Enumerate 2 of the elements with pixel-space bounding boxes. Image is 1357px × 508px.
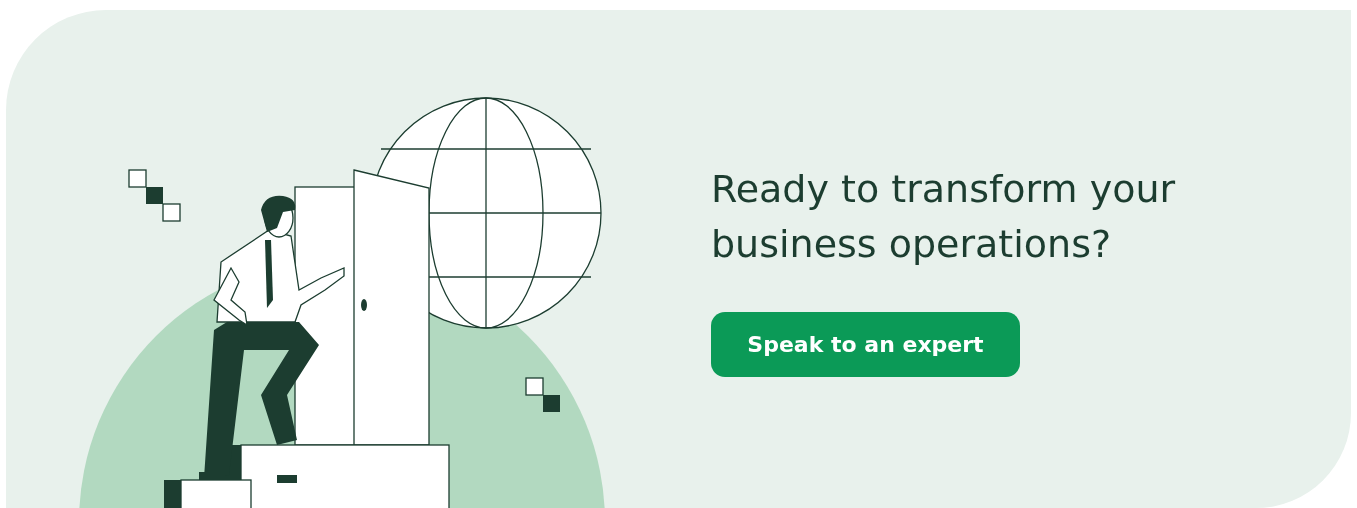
banner-heading: Ready to transform your business operations? bbox=[711, 166, 1177, 268]
speak-to-expert-button[interactable]: Speak to an expert bbox=[711, 312, 1020, 377]
